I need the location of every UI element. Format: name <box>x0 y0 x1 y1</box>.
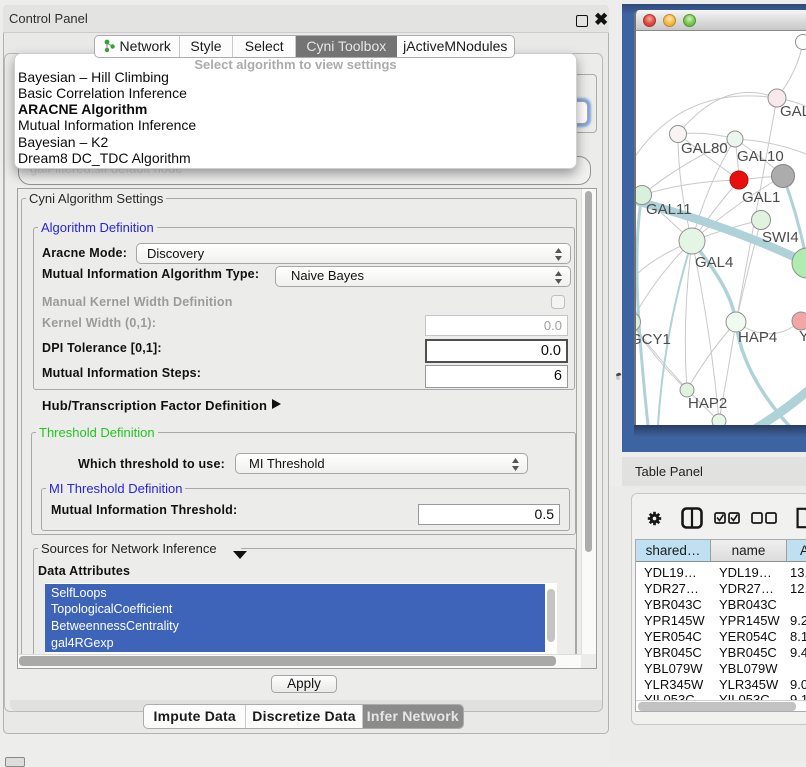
svg-text:GAL10: GAL10 <box>737 148 784 165</box>
svg-text:HAP4: HAP4 <box>738 329 777 346</box>
svg-text:GCY1: GCY1 <box>636 331 671 348</box>
svg-text:GAL4: GAL4 <box>695 254 733 271</box>
svg-text:HAP2: HAP2 <box>688 395 727 412</box>
svg-text:GAL2: GAL2 <box>780 103 806 120</box>
svg-text:GAL11: GAL11 <box>646 201 692 218</box>
svg-text:SWI4: SWI4 <box>762 229 799 246</box>
svg-text:YMR: YMR <box>799 328 806 345</box>
svg-text:GAL80: GAL80 <box>681 140 728 157</box>
svg-text:GAL1: GAL1 <box>742 189 780 206</box>
